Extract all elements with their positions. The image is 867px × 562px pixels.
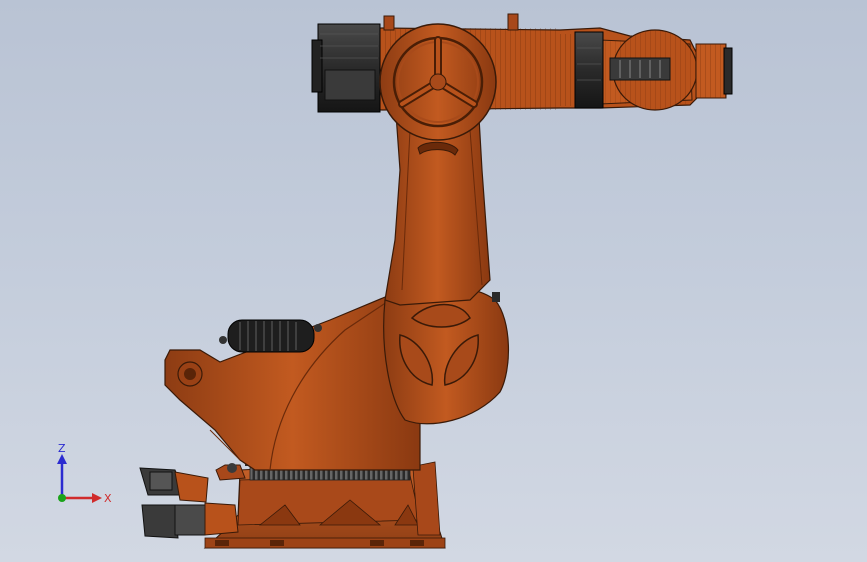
z-axis-label: Z <box>58 442 66 455</box>
tool-flange[interactable] <box>695 43 733 99</box>
axis-motor-rear[interactable] <box>311 23 381 113</box>
cable-connector-lower[interactable] <box>141 502 239 539</box>
x-axis-label: X <box>104 492 112 505</box>
axis-motor-wrist[interactable] <box>574 31 604 109</box>
graphics-viewport[interactable]: Z X <box>0 0 867 562</box>
x-axis-arrowhead <box>92 493 102 503</box>
z-axis-arrowhead <box>57 454 67 464</box>
cable-connector-upper[interactable] <box>139 467 209 503</box>
y-axis-dot <box>58 494 66 502</box>
rotating-column[interactable] <box>164 289 421 481</box>
axis-triad: Z X <box>57 442 112 505</box>
robot-arm-model[interactable] <box>0 0 867 562</box>
balancer-spring[interactable] <box>219 319 322 353</box>
elbow-joint-cover[interactable] <box>379 23 497 141</box>
